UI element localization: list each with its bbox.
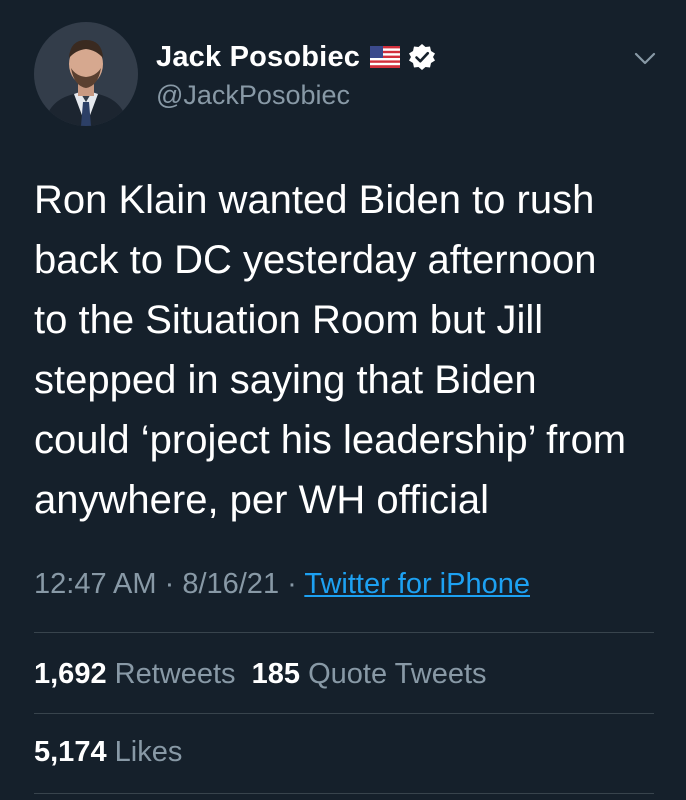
avatar[interactable]	[34, 22, 138, 126]
user-handle[interactable]: @JackPosobiec	[156, 80, 436, 111]
quotes-count: 185	[251, 658, 301, 690]
meta-separator: ·	[156, 568, 183, 600]
us-flag-icon	[370, 46, 401, 68]
verified-badge-icon	[408, 43, 436, 71]
likes-count: 5,174	[34, 736, 107, 768]
stats-row-likes: 5,174 Likes	[34, 736, 182, 769]
divider	[34, 713, 654, 714]
likes-stat[interactable]: 5,174 Likes	[34, 736, 182, 768]
divider	[34, 632, 654, 633]
tweet-card: Jack Posobiec @JackPosobiec Ron Klain wa…	[0, 0, 686, 800]
divider	[34, 793, 654, 794]
tweet-source-link[interactable]: Twitter for iPhone	[304, 568, 530, 600]
quotes-label: Quote Tweets	[308, 658, 487, 690]
stats-row-retweets: 1,692 Retweets 185 Quote Tweets	[34, 658, 487, 691]
retweets-stat[interactable]: 1,692 Retweets	[34, 658, 236, 690]
retweets-count: 1,692	[34, 658, 107, 690]
likes-label: Likes	[114, 736, 183, 768]
meta-separator: ·	[279, 568, 305, 600]
tweet-date[interactable]: 8/16/21	[182, 568, 279, 600]
tweet-header: Jack Posobiec @JackPosobiec	[34, 22, 664, 132]
user-names: Jack Posobiec @JackPosobiec	[156, 40, 436, 111]
display-name[interactable]: Jack Posobiec	[156, 41, 360, 74]
retweets-label: Retweets	[114, 658, 236, 690]
display-name-row: Jack Posobiec	[156, 40, 436, 74]
tweet-text: Ron Klain wanted Biden to rush back to D…	[34, 178, 627, 522]
tweet-time[interactable]: 12:47 AM	[34, 568, 157, 600]
avatar-photo	[34, 22, 138, 126]
chevron-down-icon[interactable]	[634, 52, 656, 66]
tweet-meta: 12:47 AM · 8/16/21 · Twitter for iPhone	[34, 568, 530, 601]
quote-tweets-stat[interactable]: 185 Quote Tweets	[252, 658, 487, 690]
